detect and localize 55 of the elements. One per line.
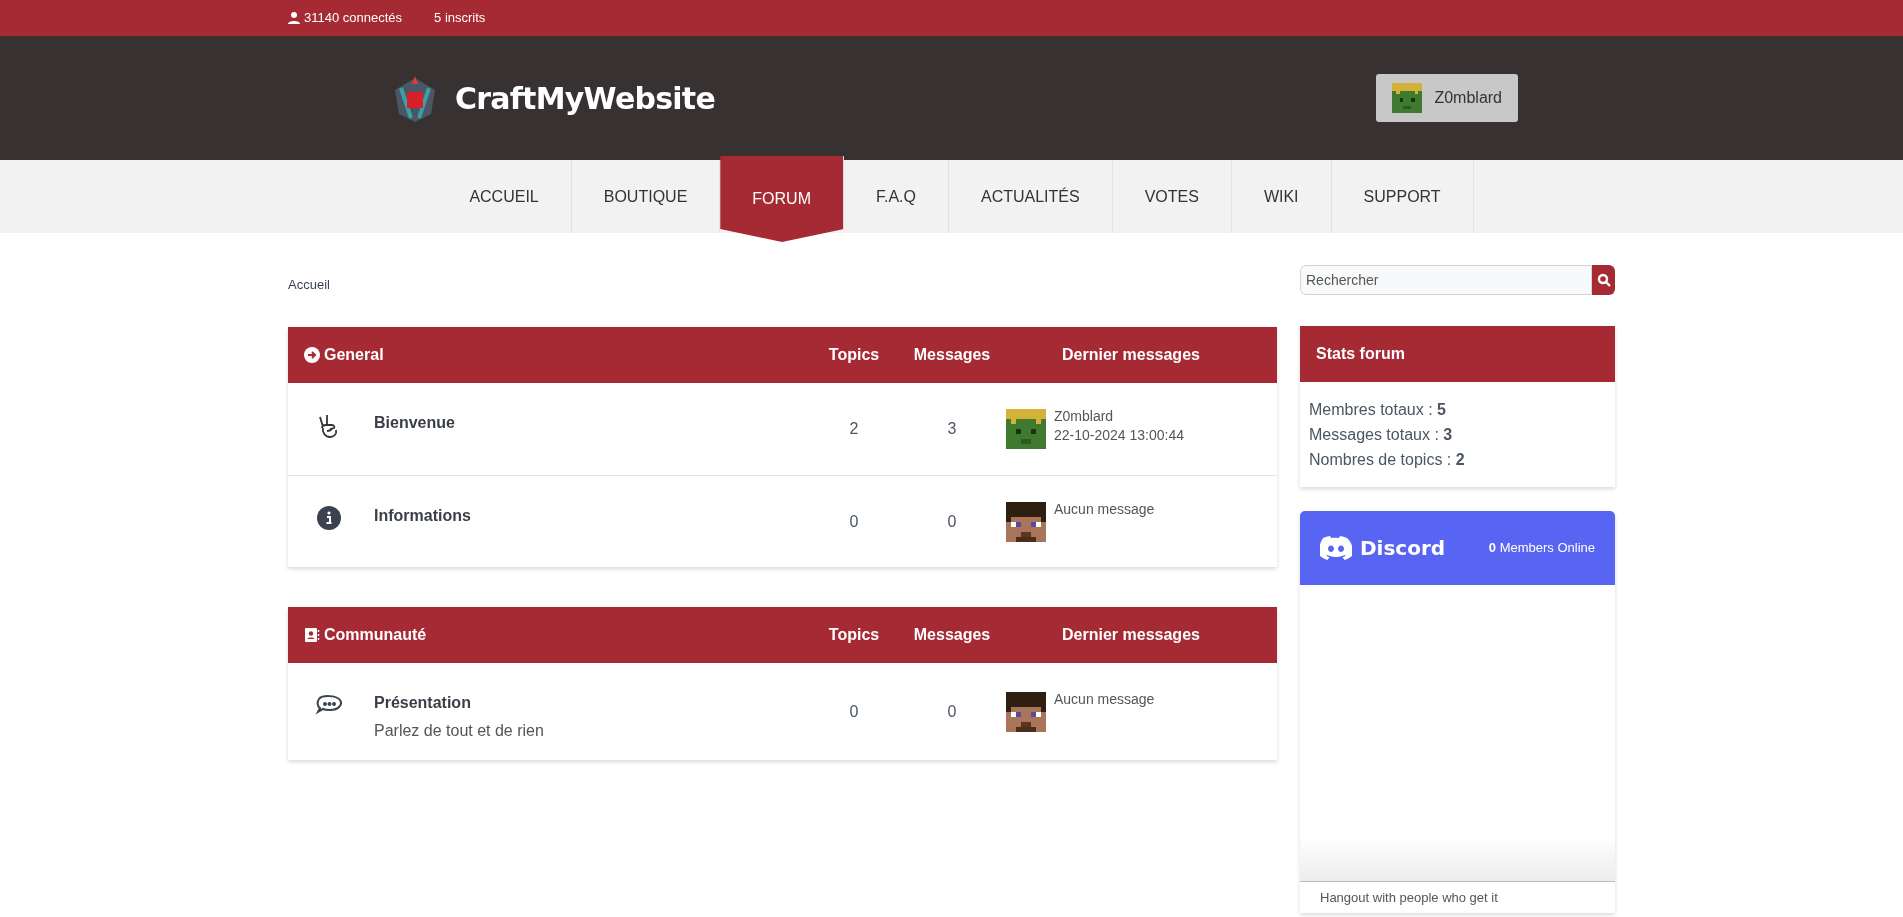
column-header: Topics <box>827 625 881 645</box>
stat-line: Messages totaux : 3 <box>1309 425 1454 445</box>
forum-name[interactable]: Informations <box>374 504 805 528</box>
column-header: Messages <box>912 345 992 365</box>
column-header: Dernier messages <box>1061 625 1201 645</box>
steve-avatar-icon <box>1006 501 1046 542</box>
contact-card-icon <box>304 627 320 643</box>
user-button[interactable]: Z0mblard <box>1376 74 1518 122</box>
search-icon <box>1596 273 1611 287</box>
nav-tab[interactable]: ACTUALITÉS <box>948 160 1113 233</box>
site-name[interactable]: CraftMyWebsite <box>455 75 716 121</box>
category-title: General <box>324 345 384 365</box>
topics-count: 0 <box>848 701 860 722</box>
steve-avatar-icon <box>1006 691 1046 732</box>
last-post-author[interactable]: Z0mblard <box>1054 407 1184 426</box>
messages-count: 0 <box>946 701 958 722</box>
column-header: Messages <box>912 625 992 645</box>
topics-count: 2 <box>848 419 860 439</box>
nav-tab[interactable]: BOUTIQUE <box>571 160 721 233</box>
zombie-avatar-icon <box>1006 409 1046 449</box>
discord-logo-icon <box>1320 536 1352 560</box>
forum-name[interactable]: Présentation <box>374 691 805 715</box>
discord-title: Discord <box>1360 535 1446 562</box>
arrow-circle-icon <box>304 347 320 363</box>
search-button[interactable] <box>1592 265 1615 295</box>
nav-tab[interactable]: SUPPORT <box>1331 160 1474 233</box>
speech-bubble-icon <box>315 693 343 717</box>
breadcrumb-link[interactable]: Accueil <box>288 277 330 292</box>
info-icon <box>317 506 341 530</box>
search-field[interactable]: Rechercher <box>1300 265 1592 295</box>
nav-tab[interactable]: F.A.Q <box>843 160 949 233</box>
nav-tab[interactable]: FORUM <box>720 156 844 242</box>
last-post-date: 22-10-2024 13:00:44 <box>1054 426 1184 445</box>
topics-count: 0 <box>848 511 860 532</box>
online-count: 31140 connectés <box>304 9 403 28</box>
column-header: Dernier messages <box>1061 345 1201 365</box>
column-header: Topics <box>827 345 881 365</box>
nav-tab[interactable]: ACCUEIL <box>437 160 572 233</box>
nav-tab[interactable]: WIKI <box>1231 160 1332 233</box>
user-avatar-icon <box>1392 83 1423 113</box>
nav-tab[interactable]: VOTES <box>1112 160 1232 233</box>
registered-count: 5 inscrits <box>434 9 486 28</box>
forum-description: Parlez de tout et de rien <box>374 721 545 741</box>
stats-title: Stats forum <box>1316 344 1405 364</box>
messages-count: 3 <box>946 419 958 439</box>
stat-line: Membres totaux : 5 <box>1309 400 1447 420</box>
category-title: Communauté <box>324 625 427 645</box>
forum-name[interactable]: Bienvenue <box>374 411 805 435</box>
discord-footer-text: Hangout with people who get it <box>1320 888 1498 907</box>
no-message-text: Aucun message <box>1054 689 1155 709</box>
stat-line: Nombres de topics : 2 <box>1309 450 1466 470</box>
no-message-text: Aucun message <box>1054 499 1155 519</box>
messages-count: 0 <box>946 511 958 532</box>
discord-online-count: 0 Members Online <box>1488 539 1595 558</box>
user-icon <box>288 12 300 24</box>
